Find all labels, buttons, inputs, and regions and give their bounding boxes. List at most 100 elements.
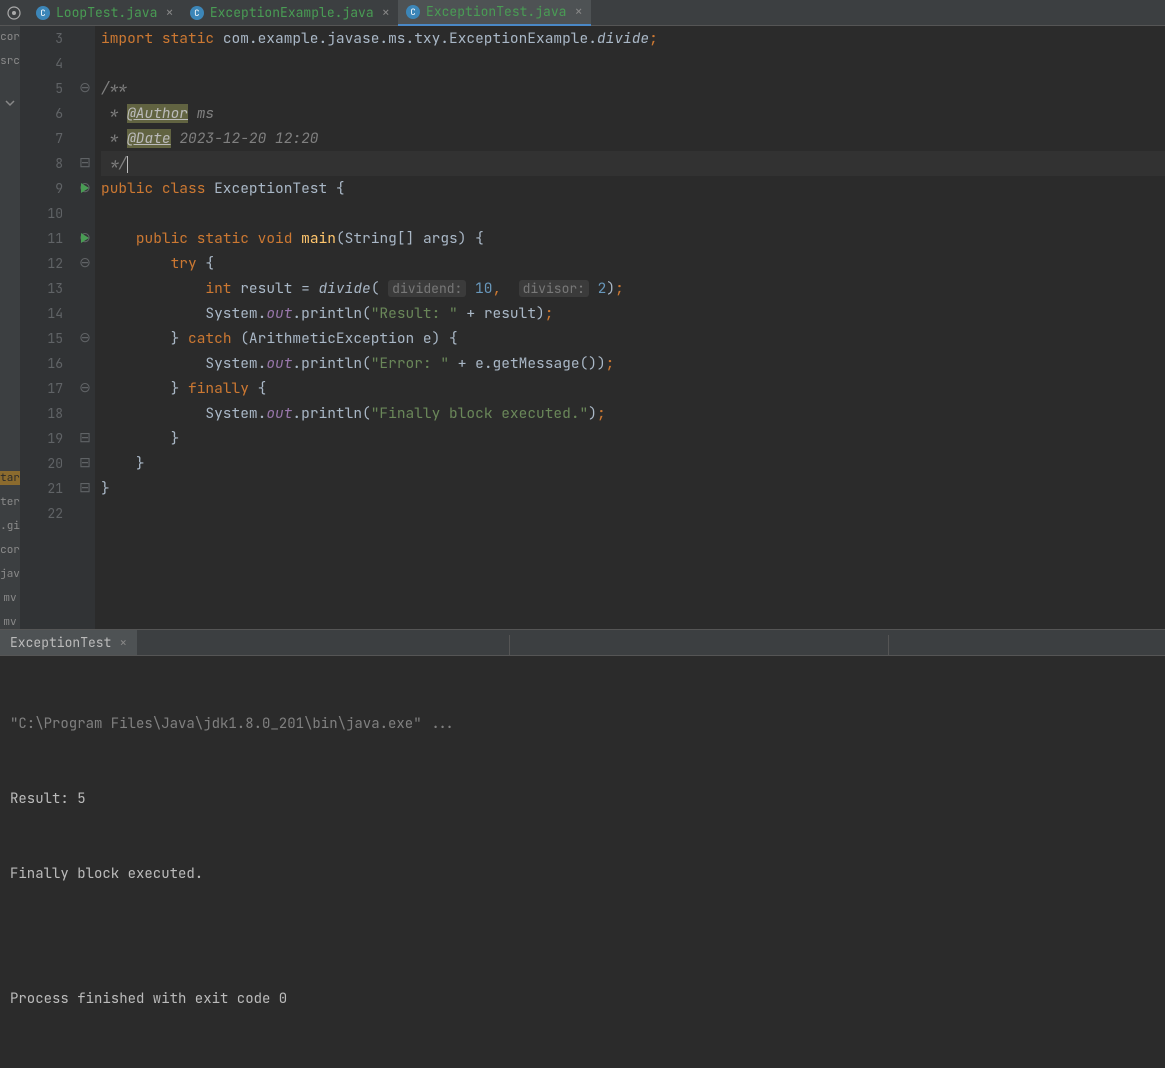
strip-item[interactable]: jav [0,567,20,581]
strip-item[interactable]: mv [3,591,16,605]
line-number[interactable]: 18 [20,401,75,426]
fold-marker[interactable] [75,351,95,376]
line-number[interactable]: 21 [20,476,75,501]
close-icon[interactable]: × [119,634,127,651]
editor[interactable]: 345678910111213141516171819202122 ⊖⊟⊖⊖⊖⊖… [20,26,1165,629]
tab-label: ExceptionTest.java [426,3,566,20]
fold-marker[interactable]: ⊟ [75,476,95,501]
console-line: Finally block executed. [10,862,1155,887]
code-line[interactable]: } [101,451,1165,476]
run-tabs: ExceptionTest × [0,630,1165,656]
fold-marker[interactable] [75,26,95,51]
line-number[interactable]: 9 [20,176,75,201]
line-number[interactable]: 19 [20,426,75,451]
fold-marker[interactable] [75,126,95,151]
java-class-icon: C [190,6,204,20]
console-output[interactable]: "C:\Program Files\Java\jdk1.8.0_201\bin\… [0,656,1165,1068]
fold-marker[interactable] [75,401,95,426]
fold-marker[interactable]: ⊖ [75,76,95,101]
line-number[interactable]: 4 [20,51,75,76]
line-number[interactable]: 15 [20,326,75,351]
fold-marker[interactable]: ⊟ [75,151,95,176]
fold-marker[interactable] [75,501,95,526]
line-gutter[interactable]: 345678910111213141516171819202122 [20,26,75,629]
fold-marker[interactable] [75,51,95,76]
run-gutter-icon[interactable] [81,233,89,243]
code-area[interactable]: import static com.example.javase.ms.txy.… [95,26,1165,629]
run-gutter-icon[interactable] [81,183,89,193]
code-line[interactable]: import static com.example.javase.ms.txy.… [101,26,1165,51]
code-line[interactable] [101,501,1165,526]
line-number[interactable]: 22 [20,501,75,526]
fold-marker[interactable] [75,301,95,326]
code-line[interactable] [101,51,1165,76]
line-number[interactable]: 7 [20,126,75,151]
console-line: Result: 5 [10,787,1155,812]
line-number[interactable]: 11 [20,226,75,251]
line-number[interactable]: 17 [20,376,75,401]
strip-item[interactable]: mv [3,615,16,629]
close-icon[interactable]: × [574,3,582,21]
fold-marker[interactable] [75,276,95,301]
code-line[interactable]: /** [101,76,1165,101]
strip-item[interactable]: cor [0,543,20,557]
fold-marker[interactable]: ⊖ [75,376,95,401]
tab-exceptionexample[interactable]: C ExceptionExample.java × [182,0,398,26]
code-line[interactable]: * @Author ms [101,101,1165,126]
main-area: cor src tar ter .gi cor jav mv mv 345678… [0,26,1165,629]
line-number[interactable]: 6 [20,101,75,126]
fold-marker[interactable]: ⊟ [75,451,95,476]
code-line[interactable]: try { [101,251,1165,276]
strip-item[interactable]: tar [0,471,20,485]
chevron-down-icon[interactable] [5,98,15,108]
code-line[interactable]: } [101,476,1165,501]
java-class-icon: C [406,5,420,19]
nav-icon[interactable] [4,3,24,23]
strip-item[interactable]: cor [0,30,20,44]
code-line[interactable]: */ [101,151,1165,176]
fold-marker[interactable] [75,201,95,226]
code-line[interactable]: public static void main(String[] args) { [101,226,1165,251]
line-number[interactable]: 12 [20,251,75,276]
line-number[interactable]: 10 [20,201,75,226]
console-line: "C:\Program Files\Java\jdk1.8.0_201\bin\… [10,712,1155,737]
strip-item[interactable]: ter [0,495,20,509]
tab-label: ExceptionExample.java [210,4,374,21]
strip-item[interactable]: .gi [0,519,20,533]
line-number[interactable]: 14 [20,301,75,326]
run-panel: ExceptionTest × "C:\Program Files\Java\j… [0,629,1165,889]
code-line[interactable]: System.out.println("Error: " + e.getMess… [101,351,1165,376]
line-number[interactable]: 13 [20,276,75,301]
line-number[interactable]: 3 [20,26,75,51]
fold-marker[interactable]: ⊟ [75,426,95,451]
code-line[interactable]: int result = divide( dividend: 10, divis… [101,276,1165,301]
fold-column[interactable]: ⊖⊟⊖⊖⊖⊖⊖⊟⊟⊟ [75,26,95,629]
tab-exceptiontest[interactable]: C ExceptionTest.java × [398,0,591,26]
code-line[interactable]: * @Date 2023-12-20 12:20 [101,126,1165,151]
java-class-icon: C [36,6,50,20]
line-number[interactable]: 8 [20,151,75,176]
run-tab-exceptiontest[interactable]: ExceptionTest × [0,630,137,655]
code-line[interactable]: System.out.println("Result: " + result); [101,301,1165,326]
project-strip[interactable]: cor src tar ter .gi cor jav mv mv [0,26,20,629]
fold-marker[interactable]: ⊖ [75,326,95,351]
code-line[interactable]: System.out.println("Finally block execut… [101,401,1165,426]
line-number[interactable]: 16 [20,351,75,376]
close-icon[interactable]: × [165,4,173,22]
fold-marker[interactable]: ⊖ [75,251,95,276]
code-line[interactable]: } catch (ArithmeticException e) { [101,326,1165,351]
code-line[interactable]: public class ExceptionTest { [101,176,1165,201]
line-number[interactable]: 5 [20,76,75,101]
editor-tabs-bar: C LoopTest.java × C ExceptionExample.jav… [0,0,1165,26]
close-icon[interactable]: × [382,4,390,22]
fold-marker[interactable] [75,101,95,126]
tab-label: LoopTest.java [56,4,157,21]
run-tab-label: ExceptionTest [10,634,111,651]
strip-item[interactable]: src [0,54,20,68]
tab-looptest[interactable]: C LoopTest.java × [28,0,182,26]
code-line[interactable]: } [101,426,1165,451]
code-line[interactable]: } finally { [101,376,1165,401]
code-line[interactable] [101,201,1165,226]
console-line: Process finished with exit code 0 [10,987,1155,1012]
line-number[interactable]: 20 [20,451,75,476]
